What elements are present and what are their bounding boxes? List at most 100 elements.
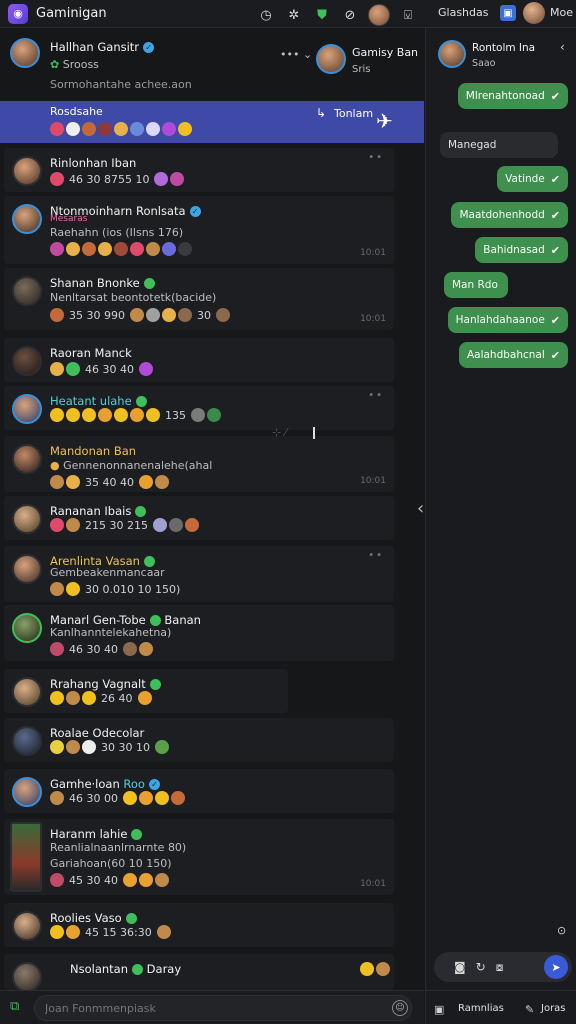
avatar[interactable] [12, 726, 42, 756]
app-logo-icon[interactable]: ◉ [8, 3, 28, 24]
avatar[interactable] [12, 613, 42, 643]
shield-icon[interactable]: ⛊ [312, 5, 332, 25]
reaction-icon [66, 242, 80, 256]
message-bubble: Aalahdbahcnal ✔ [458, 342, 568, 368]
footer-left-link[interactable]: Ramnlias [458, 1003, 504, 1014]
reaction-icon [162, 122, 176, 136]
list-item[interactable]: Mandonan Ban ● Gennenonnanenalehe(ahal 3… [4, 436, 394, 492]
list-item[interactable]: Rananan Ibais 215 30 215 [4, 496, 394, 540]
reaction-icon [154, 172, 169, 186]
message-preview: Reanlialnaanlrnarnte 80) [50, 841, 187, 854]
top-right-label[interactable]: Glashdas [438, 6, 488, 19]
list-item[interactable]: Raoran Manck 46 30 40 [4, 338, 394, 382]
message-bubble: Vatinde ✔ [497, 166, 568, 192]
header-menu-button[interactable]: ••• ⌄ [280, 48, 312, 61]
header-name-text: Hallhan Gansitr [50, 40, 140, 54]
avatar[interactable] [12, 777, 42, 807]
list-item[interactable]: Heatant ulahe •• 135 [4, 386, 394, 430]
reaction-icon [129, 308, 144, 322]
reaction-icon [146, 408, 160, 422]
avatar[interactable] [12, 156, 42, 186]
avatar[interactable] [12, 911, 42, 941]
list-item[interactable]: Shanan Bnonke Nenltarsat beontotetk(baci… [4, 268, 394, 330]
avatar[interactable] [12, 276, 42, 306]
avatar[interactable] [12, 346, 42, 376]
avatar[interactable] [12, 204, 42, 234]
list-item[interactable]: Ntonmoinharn Ronlsata ✓ Mesaras Raehahn (… [4, 196, 394, 264]
list-item[interactable]: Roolies Vaso 45 15 36:30 [4, 903, 394, 947]
pinned-reactions [50, 122, 192, 136]
camera-icon[interactable]: ◙ [454, 960, 466, 974]
pinned-chat[interactable]: Rosdsahe ↳ Tonlam ✈ [0, 101, 424, 143]
avatar[interactable] [10, 38, 40, 68]
reaction-count: 30 30 10 [101, 740, 150, 754]
reaction-icon [66, 691, 80, 705]
message-bubble: Maatdohenhodd ✔ [451, 202, 568, 228]
list-item[interactable]: Haranm lahie Reanlialnaanlrnarnte 80) Ga… [4, 819, 394, 895]
list-item[interactable]: Manarl Gen-Tobe Banan Kanlhanntelekahetn… [4, 605, 394, 661]
avatar[interactable] [316, 44, 346, 74]
avatar[interactable] [12, 444, 42, 474]
emoji-icon[interactable]: ☺ [392, 1000, 408, 1016]
profile-name[interactable]: Moe [550, 6, 573, 19]
avatar[interactable] [10, 822, 42, 892]
gallery-icon[interactable]: ▣ [434, 1003, 444, 1016]
message-bubble: Mlrenahtonoad ✔ [457, 83, 568, 109]
send-button[interactable]: ➤ [544, 955, 568, 979]
reactions [50, 242, 192, 256]
avatar[interactable] [12, 962, 42, 990]
collapse-chevron-icon[interactable]: ‹ [417, 498, 424, 519]
message-bubble: Manegad [440, 132, 558, 158]
back-chevron-icon[interactable]: ‹ [560, 40, 565, 54]
contact-name-extra: Daray [146, 962, 182, 976]
more-icon[interactable]: •• [368, 152, 384, 163]
conversation-toolbar: ◙ ↻ ⧇ ➤ [434, 952, 572, 982]
refresh-icon[interactable]: ↻ [476, 960, 486, 974]
avatar[interactable] [368, 4, 390, 26]
reaction-icon [207, 408, 221, 422]
reaction-icon [154, 740, 169, 754]
reaction-count: 215 30 215 [85, 518, 148, 532]
attach-icon[interactable]: ⧉ [10, 999, 26, 1015]
contact-name-text: Nsolantan [70, 962, 129, 976]
online-icon [135, 396, 147, 407]
message-bubble: Man Rdo [444, 272, 508, 298]
profile-avatar[interactable] [523, 2, 545, 24]
contact-name: Rananan Ibais [50, 504, 147, 518]
list-item[interactable]: Roalae Odecolar 30 30 10 [4, 718, 394, 762]
message-input[interactable] [34, 995, 412, 1021]
image-icon[interactable]: ▣ [500, 5, 516, 21]
chat-header[interactable]: Hallhan Gansitr ✓ ✿ Srooss Sormohantahe a… [4, 36, 424, 96]
list-item[interactable]: Nsolantan Daray [4, 954, 394, 990]
avatar[interactable] [12, 677, 42, 707]
reaction-icon [138, 791, 153, 805]
pinned-title: Rosdsahe [50, 105, 103, 118]
list-item[interactable]: Rinlonhan Iban •• 46 30 8755 10 [4, 148, 394, 192]
more-icon[interactable]: •• [368, 390, 384, 401]
more-icon[interactable]: •• [368, 550, 384, 561]
list-item[interactable]: Rrahang Vagnalt 26 40 [4, 669, 288, 713]
compass-icon[interactable]: ⊘ [340, 5, 360, 25]
pen-icon[interactable]: ✎ [525, 1003, 534, 1016]
settings-icon[interactable]: ✲ [284, 5, 304, 25]
contact-name: Rrahang Vagnalt [50, 677, 161, 691]
checkmark-icon: ✔ [550, 208, 560, 222]
reaction-icon [152, 518, 167, 532]
avatar[interactable] [12, 394, 42, 424]
video-icon[interactable]: ⧇ [496, 960, 504, 975]
avatar[interactable] [12, 504, 42, 534]
pinned-right-label[interactable]: Tonlam [334, 107, 373, 120]
list-item[interactable]: Gamhe·loan Roo ✓ 46 30 00 [4, 769, 394, 813]
avatar[interactable] [438, 40, 466, 68]
list-item[interactable]: Arenlinta Vasan •• Gembeakenmancaar 30 0… [4, 546, 394, 602]
footer-right-link[interactable]: Joras [541, 1003, 566, 1014]
avatar[interactable] [12, 554, 42, 584]
contact-name-text: Roolies Vaso [50, 911, 122, 925]
contact-name: Roolies Vaso [50, 911, 137, 925]
contact-name-extra: Roo [123, 777, 145, 791]
arrow-icon: ↳ [316, 106, 327, 120]
tag-icon[interactable]: ⍌ [398, 5, 418, 25]
chat-icon[interactable]: ◷ [256, 5, 276, 25]
text-cursor [313, 427, 315, 439]
info-icon[interactable]: ⊙ [557, 924, 566, 937]
